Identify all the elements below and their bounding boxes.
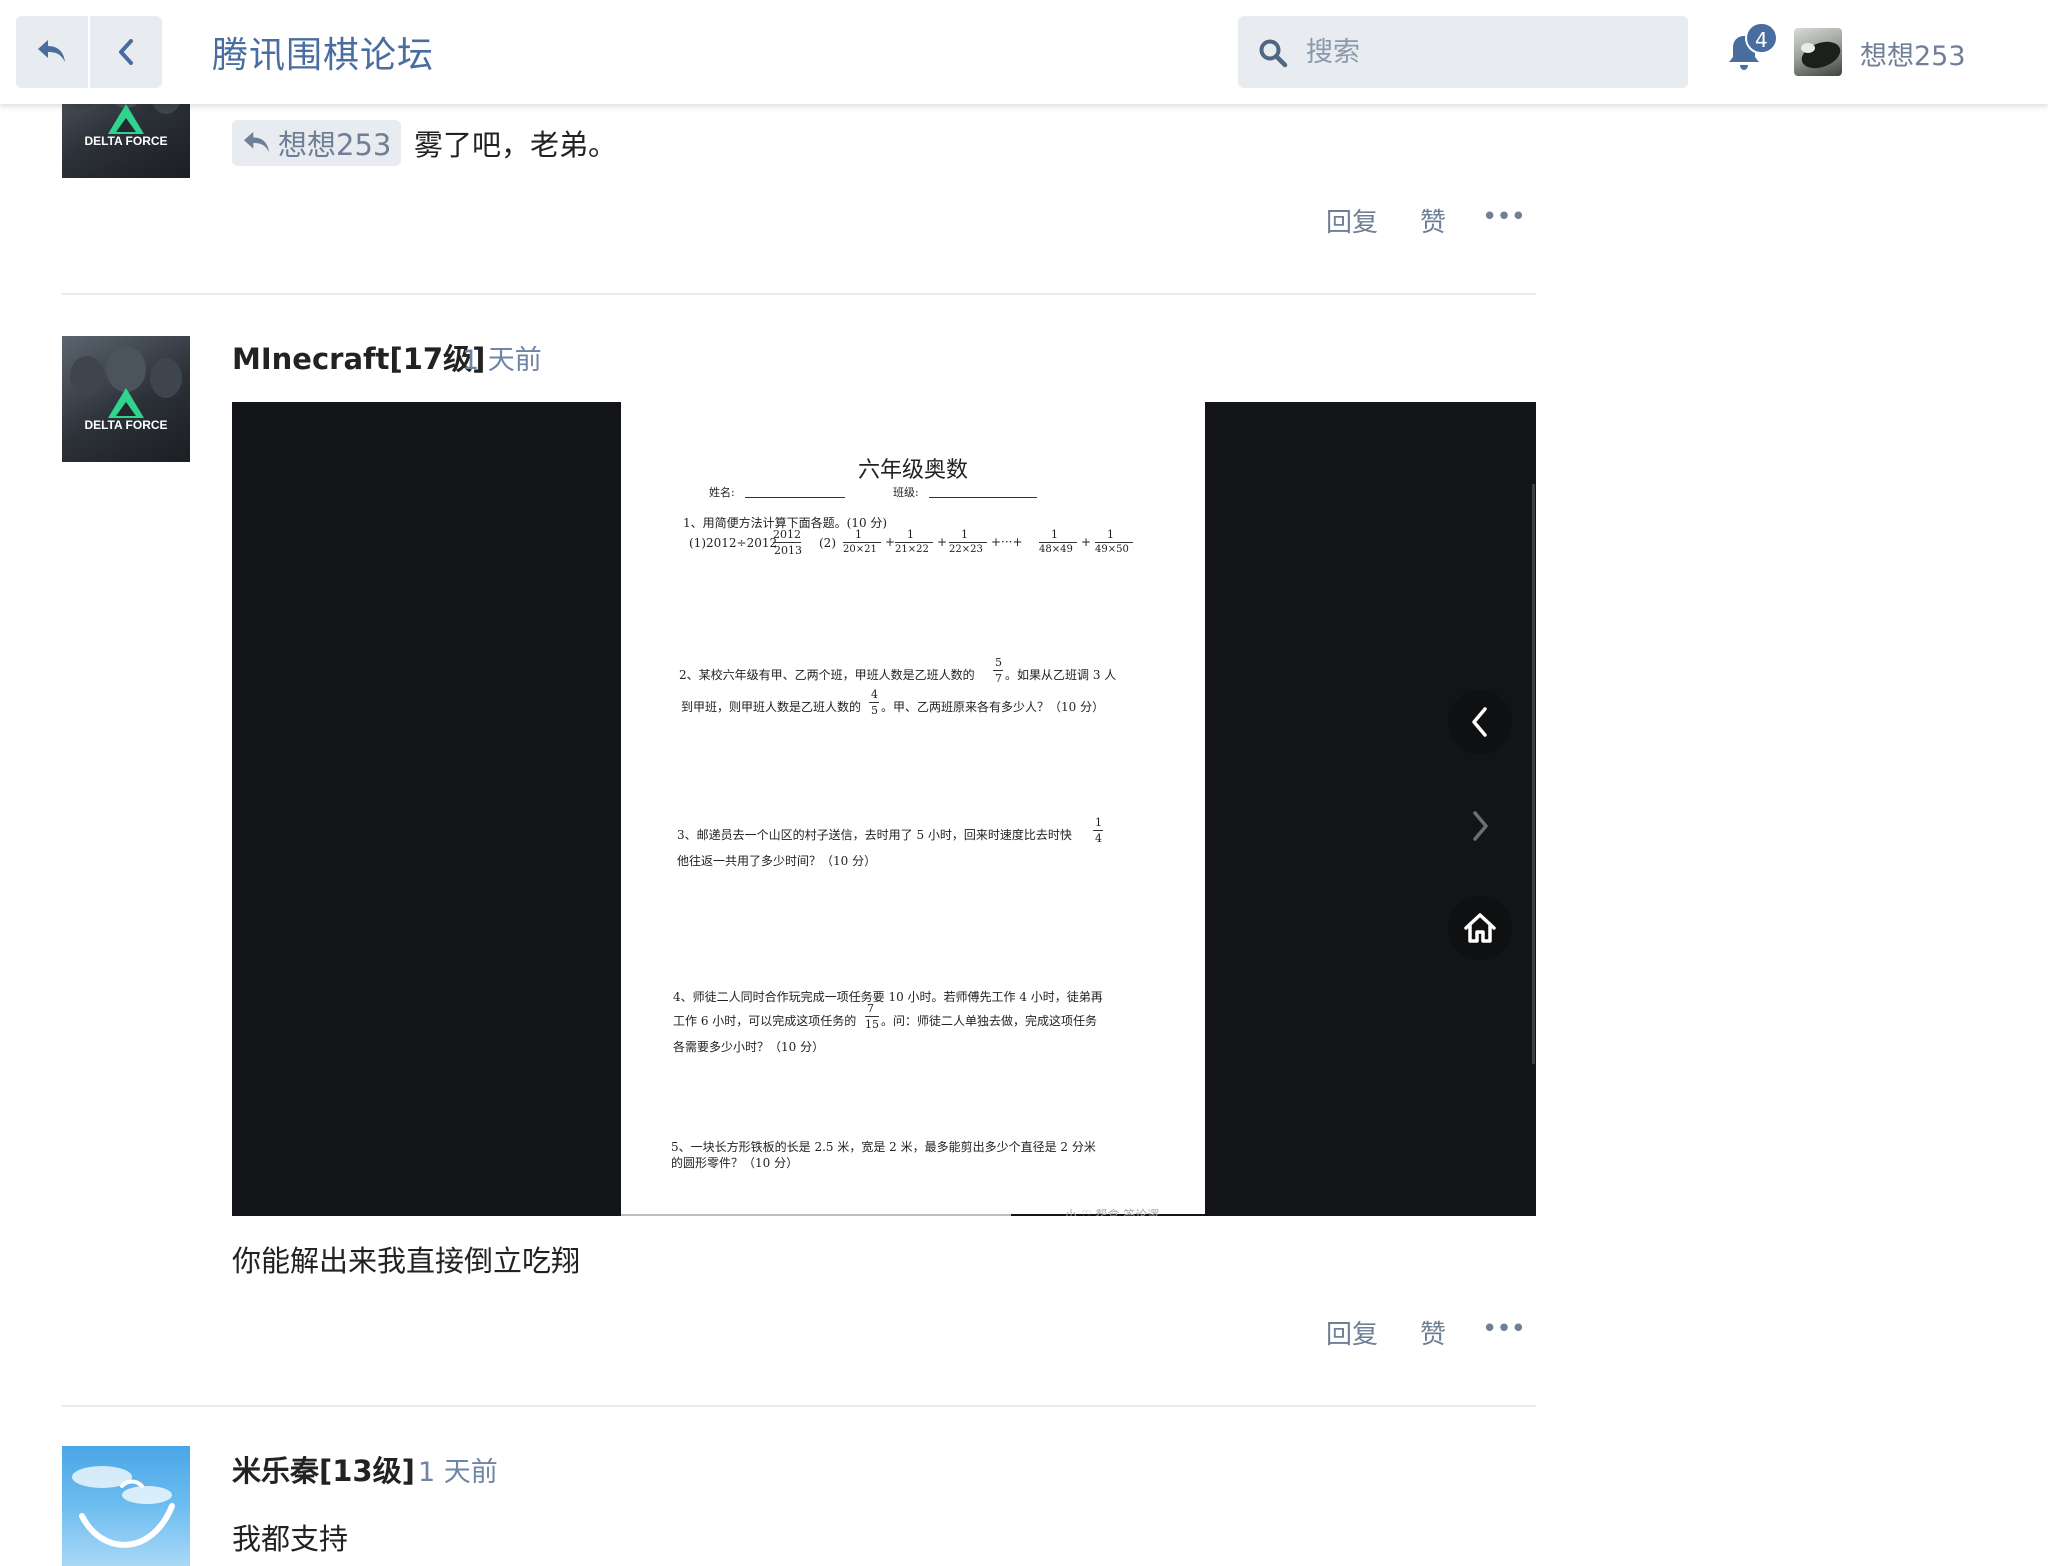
reply-to-name: 想想253	[278, 128, 392, 162]
watermark: 小 ♡ 帮盒 答论逻	[1065, 1208, 1160, 1216]
reply-button[interactable]: 回复	[1326, 1314, 1378, 1351]
fraction-numerator: 1	[855, 528, 862, 541]
viewer-scrollbar[interactable]	[1532, 484, 1535, 1064]
avatar-image	[79, 1479, 175, 1548]
user-name[interactable]: 想想253	[1860, 34, 1966, 73]
more-button[interactable]: •••	[1482, 202, 1526, 232]
worksheet-title: 六年级奥数	[857, 458, 968, 483]
fraction-denominator: 22×23	[949, 544, 983, 555]
avatar-image	[1801, 41, 1841, 69]
fraction-denominator: 20×21	[843, 544, 877, 555]
question-4-line-1: 4、师徒二人同时合作玩完成一项任务要 10 小时。若师傅先工作 4 小时，徒弟再	[673, 990, 1103, 1004]
question-1b: (2)	[819, 536, 836, 550]
question-5-line-2: 的圆形零件？（10 分）	[671, 1156, 799, 1170]
viewer-next-button[interactable]	[1448, 794, 1512, 858]
question-2-line-2: 到甲班，则甲班人数是乙班人数的	[681, 700, 862, 714]
fraction-numerator: 1	[1107, 528, 1114, 541]
question-5-line-1: 5、一块长方形铁板的长是 2.5 米，宽是 2 米，最多能剪出多少个直径是 2 …	[671, 1140, 1096, 1154]
question-4-line-3: 各需要多少小时？（10 分）	[673, 1040, 825, 1054]
question-3-line-1: 3、邮递员去一个山区的村子送信，去时用了 5 小时，回来时速度比去时快	[677, 828, 1072, 842]
chevron-left-icon	[119, 39, 133, 65]
post-author[interactable]: MInecraft[17级]	[232, 336, 485, 378]
post-divider	[62, 293, 1536, 295]
fraction-bar	[1095, 542, 1133, 543]
fraction-bar	[1039, 542, 1077, 543]
undo-button[interactable]	[16, 16, 88, 88]
undo-icon	[38, 40, 65, 62]
fraction-numerator: 1	[961, 528, 968, 541]
like-button[interactable]: 赞	[1420, 202, 1446, 239]
reply-to-chip[interactable]: 想想253	[232, 120, 402, 166]
forum-title[interactable]: 腾讯围棋论坛	[212, 26, 434, 78]
reply-button[interactable]: 回复	[1326, 202, 1378, 239]
fraction-denominator: 49×50	[1095, 544, 1129, 555]
operator: +	[885, 535, 896, 549]
fraction-denominator: 21×22	[895, 544, 929, 555]
user-avatar[interactable]	[1794, 28, 1842, 76]
question-1a: (1)2012÷2012	[689, 536, 778, 550]
fraction-numerator: 1	[1051, 528, 1058, 541]
avatar[interactable]	[62, 1446, 190, 1566]
home-icon	[1464, 913, 1496, 943]
search-icon	[1259, 39, 1288, 68]
like-button[interactable]: 赞	[1420, 1314, 1446, 1351]
image-viewer[interactable]: 六年级奥数 姓名: 班级: 1、用简便方法计算下面各题。(10 分) (1)20…	[232, 402, 1536, 1216]
top-header: 腾讯围棋论坛 4 想想253	[0, 0, 2048, 104]
avatar[interactable]: DELTA FORCE	[62, 336, 190, 462]
operator: +	[937, 535, 948, 549]
post-author[interactable]: 米乐秦[13级]	[232, 1448, 415, 1490]
viewer-prev-icon	[1472, 707, 1487, 737]
question-2-line-1: 2、某校六年级有甲、乙两个班，甲班人数是乙班人数的	[679, 668, 975, 682]
fraction-bar	[895, 542, 933, 543]
more-button[interactable]: •••	[1482, 1314, 1526, 1344]
fraction-bar	[843, 542, 881, 543]
fraction-numerator: 1	[907, 528, 914, 541]
fraction-denominator: 48×49	[1039, 544, 1073, 555]
post-divider	[62, 1405, 1536, 1407]
post-text: 雾了吧，老弟。	[414, 128, 618, 162]
post-time: 1 天前	[462, 345, 542, 376]
class-label: 班级:	[893, 486, 919, 499]
operator: +	[1081, 535, 1092, 549]
viewer-home-button[interactable]	[1448, 896, 1512, 960]
operator: +···+	[991, 535, 1023, 549]
post-time: 1 天前	[418, 1457, 498, 1488]
question-3-line-2: 他往返一共用了多少时间？（10 分）	[677, 854, 877, 868]
search-box[interactable]	[1238, 16, 1688, 88]
viewer-next-icon	[1473, 811, 1488, 841]
reply-arrow-icon	[244, 131, 270, 153]
viewer-prev-button[interactable]	[1448, 690, 1512, 754]
notification-badge[interactable]: 4	[1745, 22, 1778, 54]
back-button[interactable]	[90, 16, 162, 88]
post-text: 我都支持	[232, 1522, 349, 1556]
name-label: 姓名:	[709, 486, 735, 499]
worksheet-image: 六年级奥数 姓名: 班级: 1、用简便方法计算下面各题。(10 分) (1)20…	[621, 402, 1205, 1216]
post-text: 你能解出来我直接倒立吃翔	[232, 1244, 581, 1278]
question-4-line-2: 工作 6 小时，可以完成这项任务的	[673, 1014, 857, 1028]
search-input[interactable]	[1306, 16, 1676, 88]
fraction-bar	[949, 542, 987, 543]
bottom-rule	[621, 1214, 1011, 1216]
